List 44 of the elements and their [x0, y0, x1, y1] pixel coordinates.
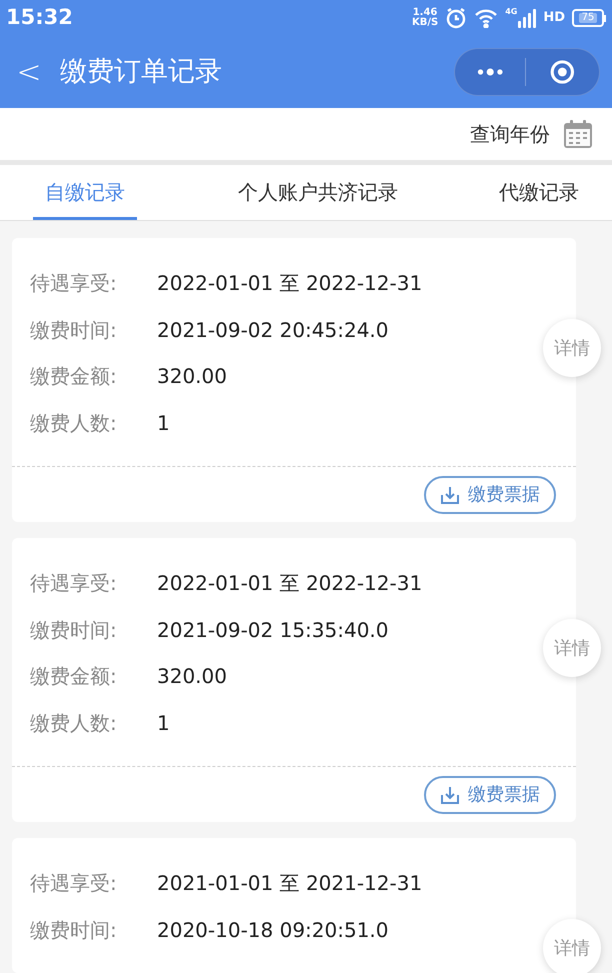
- hd-label: HD: [543, 9, 565, 28]
- query-year-label[interactable]: 查询年份: [470, 118, 550, 149]
- field-label: 缴费时间:: [30, 916, 118, 944]
- field-value: 1: [157, 710, 170, 737]
- field-value: 2021-09-02 20:45:24.0: [157, 316, 388, 344]
- field-label: 缴费人数:: [30, 710, 118, 737]
- tab[interactable]: 个人账户共济记录: [238, 164, 398, 220]
- field-label: 缴费金额:: [30, 663, 118, 690]
- download-icon: [440, 484, 460, 504]
- wifi-icon: [474, 8, 498, 28]
- field-value: 1: [157, 410, 170, 437]
- field-label: 缴费金额:: [30, 363, 118, 390]
- close-icon[interactable]: [550, 58, 575, 86]
- field-value: 2020-10-18 09:20:51.0: [157, 916, 388, 944]
- field-label: 待遇享受:: [30, 570, 118, 598]
- field-label: 待遇享受:: [30, 270, 118, 298]
- field-value: 320.00: [157, 363, 227, 390]
- detail-button[interactable]: 详情: [543, 619, 601, 677]
- tab[interactable]: 自缴记录: [33, 164, 137, 220]
- tab[interactable]: 代缴记录: [499, 164, 579, 220]
- field-value: 2021-01-01 至 2021-12-31: [157, 870, 422, 898]
- detail-button[interactable]: 详情: [543, 319, 601, 377]
- field-label: 缴费人数:: [30, 410, 118, 437]
- field-value: 2021-09-02 15:35:40.0: [157, 616, 388, 644]
- field-value: 2022-01-01 至 2022-12-31: [157, 570, 422, 598]
- network-label: 4G: [505, 8, 518, 16]
- receipt-button[interactable]: 缴费票据: [424, 476, 556, 514]
- back-button[interactable]: <: [14, 50, 44, 94]
- more-icon[interactable]: [477, 67, 504, 77]
- receipt-button[interactable]: 缴费票据: [424, 776, 556, 814]
- download-icon: [440, 784, 460, 804]
- signal-icon: [518, 8, 536, 28]
- net-speed: 1.46 KB/S: [412, 8, 438, 28]
- alarm-icon: [445, 7, 468, 29]
- field-label: 缴费时间:: [30, 616, 118, 644]
- detail-button[interactable]: 详情: [543, 919, 601, 973]
- field-value: 320.00: [157, 663, 227, 690]
- page-title: 缴费订单记录: [60, 54, 223, 89]
- battery-icon: 75: [572, 9, 606, 27]
- calendar-icon[interactable]: [562, 118, 594, 150]
- status-time: 15:32: [6, 4, 73, 32]
- field-label: 缴费时间:: [30, 316, 118, 344]
- field-value: 2022-01-01 至 2022-12-31: [157, 270, 422, 298]
- field-label: 待遇享受:: [30, 870, 118, 898]
